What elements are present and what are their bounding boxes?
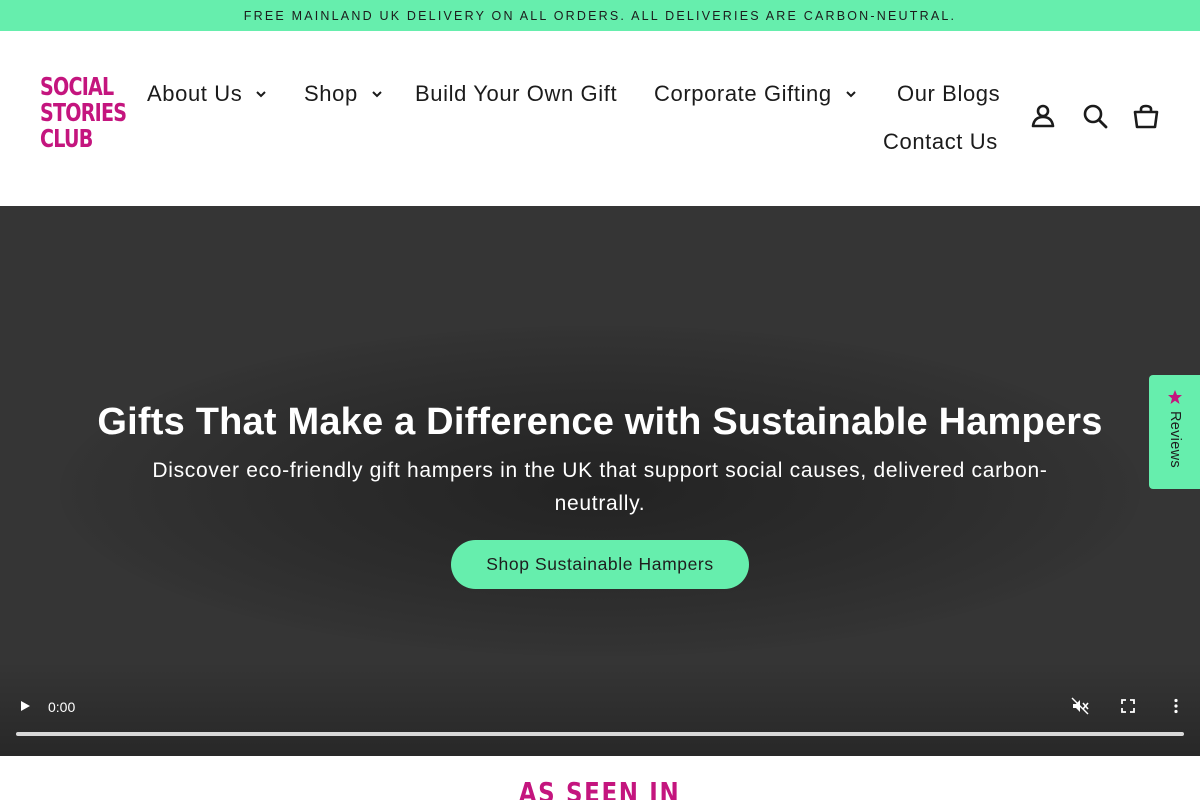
hero-subtitle: Discover eco-friendly gift hampers in th…: [152, 459, 1048, 515]
logo-line-3: CLUB: [40, 124, 93, 153]
reviews-label: Reviews: [1167, 411, 1183, 468]
more-options-icon[interactable]: [1167, 697, 1185, 715]
announcement-text: FREE MAINLAND UK DELIVERY ON ALL ORDERS.…: [243, 8, 957, 23]
chevron-down-icon: [256, 91, 267, 98]
nav-item-corporate-gifting[interactable]: Corporate Gifting: [654, 76, 858, 112]
nav-item-contact-us[interactable]: Contact Us: [883, 124, 998, 160]
nav-item-our-blogs[interactable]: Our Blogs: [897, 76, 1000, 112]
cart-icon[interactable]: [1132, 102, 1160, 130]
nav-label: Our Blogs: [897, 81, 1001, 106]
chevron-down-icon: [372, 91, 382, 98]
nav-label: About Us: [147, 81, 243, 106]
nav-label: Build Your Own Gift: [415, 81, 618, 106]
nav-label: Corporate Gifting: [654, 81, 832, 106]
search-icon[interactable]: [1081, 102, 1109, 130]
hero-title: Gifts That Make a Difference with Sustai…: [97, 401, 1103, 443]
chevron-down-icon: [846, 91, 856, 98]
logo-line-2: STORIES: [40, 98, 127, 127]
mute-icon[interactable]: [1071, 697, 1089, 715]
video-time: 0:00: [48, 699, 76, 715]
nav-label: Contact Us: [883, 129, 998, 154]
nav-item-build-your-own-gift[interactable]: Build Your Own Gift: [415, 76, 617, 112]
account-icon[interactable]: [1029, 102, 1057, 130]
logo-line-1: SOCIAL: [40, 72, 114, 101]
play-icon[interactable]: [16, 697, 34, 715]
nav-item-shop[interactable]: Shop: [304, 76, 384, 112]
star-icon: [1168, 390, 1182, 404]
announcement-bar: FREE MAINLAND UK DELIVERY ON ALL ORDERS.…: [0, 0, 1200, 31]
video-progress-track[interactable]: [16, 732, 1184, 736]
logo[interactable]: SOCIAL STORIES CLUB: [40, 72, 127, 162]
hero-video[interactable]: Gifts That Make a Difference with Sustai…: [0, 206, 1200, 756]
video-controls-bar: [0, 661, 1200, 756]
nav-label: Shop: [304, 81, 358, 106]
nav-item-about-us[interactable]: About Us: [147, 76, 268, 112]
site-header: SOCIAL STORIES CLUB About Us Shop Build …: [0, 31, 1200, 206]
shop-sustainable-hampers-button[interactable]: Shop Sustainable Hampers: [451, 540, 749, 589]
reviews-tab[interactable]: Reviews: [1149, 375, 1200, 489]
as-seen-in-heading: AS SEEN IN: [0, 776, 1200, 800]
fullscreen-icon[interactable]: [1119, 697, 1137, 715]
as-seen-in-text: AS SEEN IN: [519, 776, 681, 800]
